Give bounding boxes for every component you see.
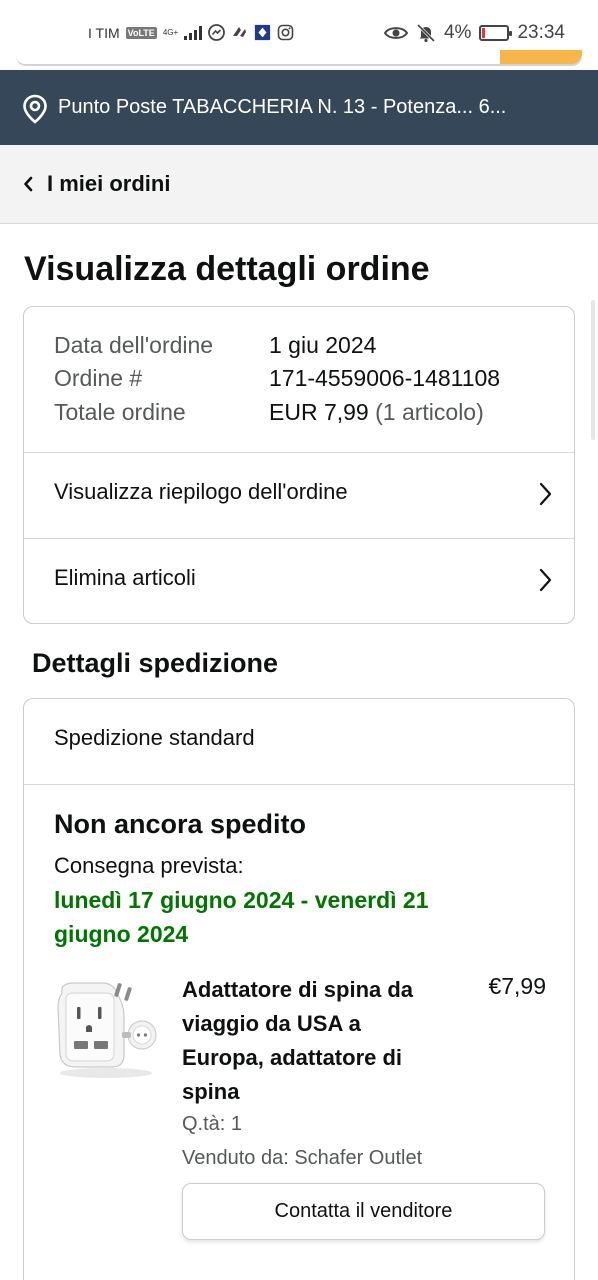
order-number-row: Ordine # 171-4559006-1481108 bbox=[54, 365, 500, 392]
shipping-type: Spedizione standard bbox=[54, 725, 255, 750]
shipping-type-row: Spedizione standard bbox=[24, 699, 574, 785]
status-bar-right: 4% 23:34 bbox=[383, 22, 565, 44]
view-order-summary-link[interactable]: Visualizza riepilogo dell'ordine bbox=[24, 453, 574, 539]
chevron-left-icon bbox=[22, 175, 34, 198]
view-order-summary-label: Visualizza riepilogo dell'ordine bbox=[54, 479, 348, 504]
battery-icon bbox=[479, 25, 513, 41]
shipping-section-title: Dettagli spedizione bbox=[32, 648, 279, 678]
search-button[interactable] bbox=[500, 50, 582, 64]
delete-items-label: Elimina articoli bbox=[54, 565, 196, 590]
scrollbar[interactable] bbox=[591, 300, 595, 440]
bell-muted-icon bbox=[416, 23, 436, 43]
network-type: 4G+ bbox=[162, 27, 179, 37]
order-total-value: EUR 7,99 (1 articolo) bbox=[269, 399, 484, 426]
app-notification-icon bbox=[231, 24, 248, 41]
shipment-status: Non ancora spedito bbox=[54, 809, 307, 839]
order-date-label: Data dell'ordine bbox=[54, 332, 214, 358]
order-summary: Data dell'ordine 1 giu 2024 Ordine # 171… bbox=[24, 307, 574, 453]
expected-delivery-dates: lunedì 17 giugno 2024 - venerdì 21 giugn… bbox=[54, 887, 429, 947]
order-total-amount: EUR 7,99 bbox=[269, 399, 369, 425]
product-quantity: Q.tà: 1 bbox=[182, 1113, 243, 1135]
order-item-count: (1 articolo) bbox=[375, 399, 484, 425]
messenger-icon bbox=[208, 24, 226, 41]
shipment-card: Spedizione standard Non ancora spedito C… bbox=[23, 698, 575, 1280]
battery-percent: 4% bbox=[443, 22, 472, 43]
location-pin-icon bbox=[22, 94, 48, 129]
product-seller: Venduto da: Schafer Outlet bbox=[182, 1147, 423, 1169]
delivery-location-bar[interactable]: Punto Poste TABACCHERIA N. 13 - Potenza.… bbox=[0, 70, 598, 145]
instagram-icon bbox=[277, 24, 294, 41]
order-number-value: 171-4559006-1481108 bbox=[269, 365, 501, 391]
order-total-row: Totale ordine EUR 7,99 (1 articolo) bbox=[54, 399, 484, 426]
contact-seller-button[interactable]: Contatta il venditore bbox=[182, 1183, 545, 1240]
volte-badge: VoLTE bbox=[125, 26, 157, 39]
order-number-label: Ordine # bbox=[54, 365, 143, 391]
breadcrumb[interactable]: I miei ordini bbox=[0, 145, 598, 224]
product-image[interactable] bbox=[50, 977, 162, 1081]
product-title[interactable]: Adattatore di spina da viaggio da USA a … bbox=[182, 973, 432, 1109]
page-title: Visualizza dettagli ordine bbox=[24, 250, 430, 288]
eye-icon bbox=[383, 24, 408, 42]
chevron-right-icon bbox=[538, 567, 552, 598]
breadcrumb-my-orders[interactable]: I miei ordini bbox=[47, 171, 170, 197]
order-info-card: Data dell'ordine 1 giu 2024 Ordine # 171… bbox=[23, 306, 575, 624]
delete-items-link[interactable]: Elimina articoli bbox=[24, 539, 574, 623]
delivery-location-text: Punto Poste TABACCHERIA N. 13 - Potenza.… bbox=[58, 96, 507, 118]
product-price: €7,99 bbox=[488, 973, 546, 999]
carrier-name: I TIM bbox=[88, 24, 120, 41]
clock: 23:34 bbox=[517, 22, 565, 43]
expected-delivery-label: Consegna prevista: bbox=[54, 853, 244, 878]
order-date-row: Data dell'ordine 1 giu 2024 bbox=[54, 332, 376, 359]
status-bar-left: I TIM VoLTE 4G+ bbox=[88, 24, 294, 41]
chevron-right-icon bbox=[538, 481, 552, 512]
order-date-value: 1 giu 2024 bbox=[269, 332, 377, 358]
search-bar[interactable] bbox=[16, 50, 582, 66]
order-total-label: Totale ordine bbox=[54, 399, 186, 425]
signal-icon bbox=[184, 25, 203, 40]
app-shield-icon bbox=[254, 24, 271, 41]
